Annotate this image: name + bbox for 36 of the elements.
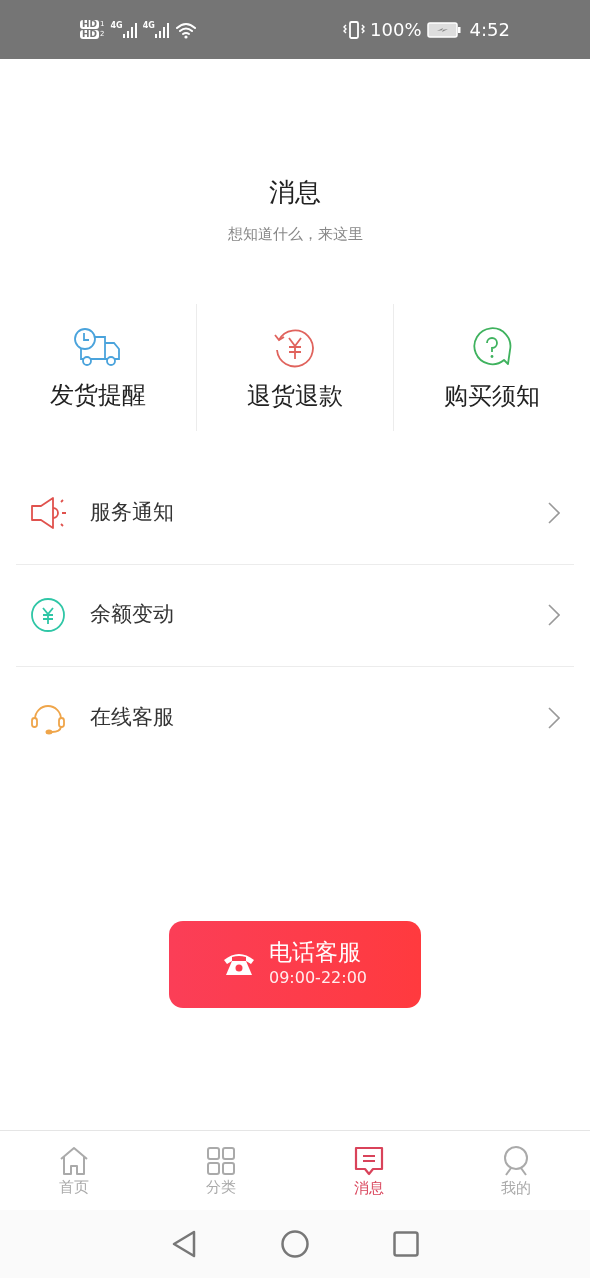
home-circle-icon[interactable] [281, 1230, 309, 1258]
back-icon[interactable] [171, 1229, 197, 1259]
battery-charging-icon [426, 21, 461, 38]
shortcut-label[interactable]: 退货退款 [247, 384, 343, 408]
yen-circle-icon [30, 597, 66, 633]
phone-service-title: 电话客服 [269, 937, 361, 967]
signal-icon [154, 21, 169, 38]
clock-time: 4:52 [469, 18, 510, 42]
network-type: 4G [110, 21, 123, 30]
shortcut-label[interactable]: 发货提醒 [50, 383, 146, 407]
recents-square-icon[interactable] [393, 1231, 419, 1257]
network-type: 4G [142, 21, 155, 30]
speaker-icon [30, 496, 68, 530]
shortcut-label[interactable]: 购买须知 [444, 384, 540, 408]
truck-clock-icon [73, 327, 123, 369]
page-subtitle: 想知道什么，来这里 [227, 224, 363, 245]
hd-badge: HD [80, 30, 99, 39]
hd-badge: HD [80, 20, 99, 29]
phone-service-button[interactable]: 电话客服 09:00-22:00 [169, 920, 421, 1008]
chevron-right-icon [548, 604, 560, 626]
menu-row[interactable]: 余额变动 [16, 564, 574, 667]
message-icon [352, 1145, 385, 1177]
yen-refund-icon [273, 326, 317, 370]
service-hours: 09:00-22:00 [269, 967, 367, 990]
phone-icon [223, 951, 255, 977]
nav-tab[interactable]: 消息 [295, 1131, 443, 1210]
grid-icon [206, 1146, 237, 1176]
page-title: 消息 [269, 179, 321, 205]
menu-row[interactable]: 服务通知 [16, 462, 574, 565]
chevron-right-icon [548, 502, 560, 524]
battery-percent: 100% [370, 18, 422, 42]
signal-icon [122, 21, 137, 38]
menu-row[interactable]: 在线客服 [16, 666, 574, 769]
chevron-right-icon [548, 706, 560, 729]
wifi-icon [174, 20, 197, 39]
vibrate-icon [343, 19, 366, 40]
